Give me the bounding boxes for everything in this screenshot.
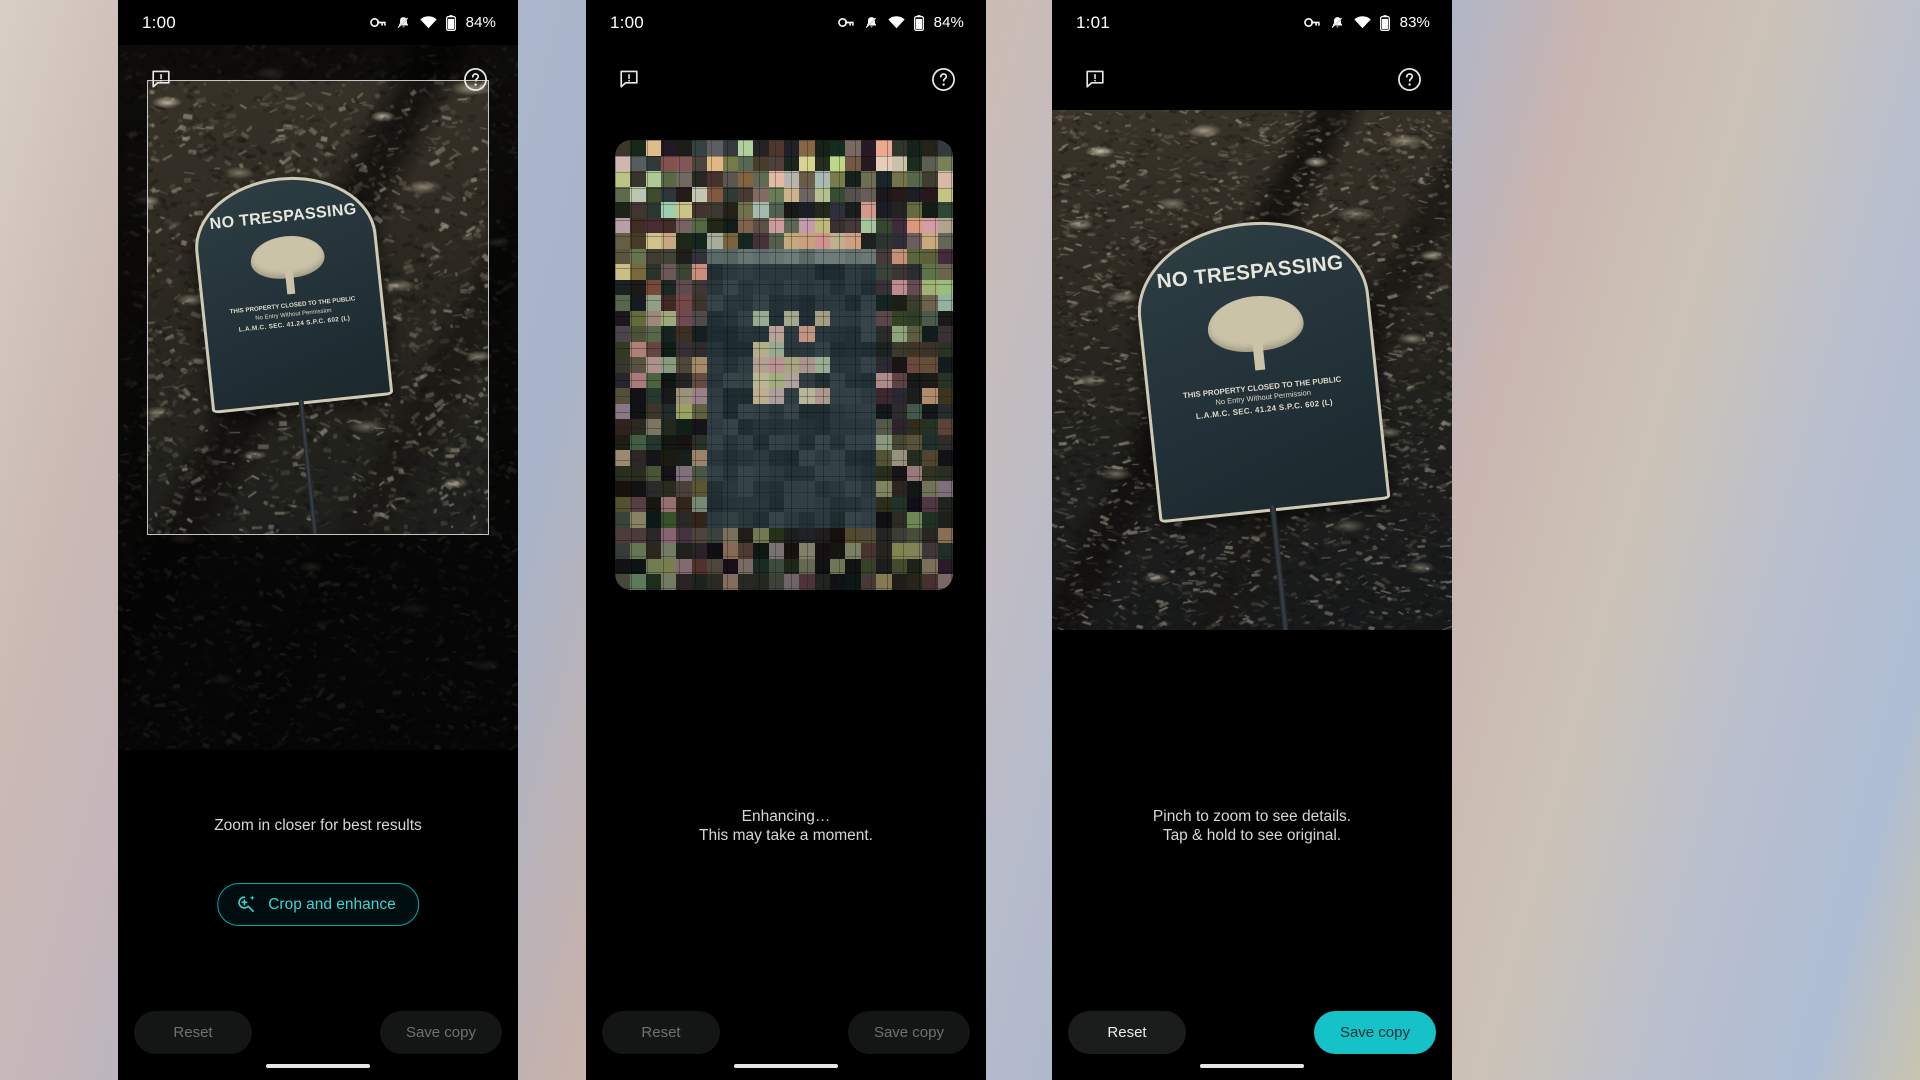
notifications-muted-icon (396, 15, 411, 31)
feedback-icon[interactable] (144, 62, 178, 96)
phone-screenshot-enhancing: 1:00 84% Enhancing… This may take a mome… (586, 0, 986, 1080)
hint-caption: Zoom in closer for best results (118, 817, 518, 836)
notifications-muted-icon (864, 15, 879, 31)
crop-and-enhance-icon (236, 894, 257, 915)
status-bar: 1:00 84% (586, 0, 986, 45)
crop-selection-rect[interactable]: NO TRESPASSING THIS PROPERTY CLOSED TO T… (147, 80, 489, 535)
status-bar: 1:01 83% (1052, 0, 1452, 45)
result-line-1: Pinch to zoom to see details. (1152, 808, 1352, 826)
tree-icon (1201, 291, 1312, 376)
status-bar: 1:00 84% (118, 0, 518, 45)
save-copy-button[interactable]: Save copy (1313, 1010, 1436, 1054)
status-icon-group: 84% (369, 14, 496, 31)
help-icon[interactable] (458, 62, 492, 96)
save-copy-button[interactable]: Save copy (379, 1010, 502, 1054)
enhancing-line-2: This may take a moment. (698, 827, 873, 845)
sign-title: NO TRESPASSING (208, 200, 358, 234)
tree-icon (245, 232, 332, 298)
save-copy-button[interactable]: Save copy (847, 1010, 970, 1054)
sign-title: NO TRESPASSING (1155, 250, 1345, 294)
top-action-row (118, 45, 518, 113)
status-icon-group: 84% (837, 14, 964, 31)
enhancing-caption: Enhancing… This may take a moment. (586, 808, 986, 846)
wifi-icon (1354, 16, 1371, 29)
photo-stage[interactable]: NO TRESPASSING THIS PROPERTY CLOSED TO T… (118, 45, 518, 984)
hint-caption-line: Zoom in closer for best results (214, 817, 422, 835)
sign-subtext: THIS PROPERTY CLOSED TO THE PUBLIC No En… (229, 295, 356, 334)
sign-subtext: THIS PROPERTY CLOSED TO THE PUBLIC No En… (1182, 374, 1342, 421)
phone-screenshot-crop: 1:00 84% NO TRESPASSING THIS PROPERTY CL… (118, 0, 518, 1080)
battery-icon (913, 14, 924, 31)
pixel-grid-overlay (615, 140, 953, 590)
photo-stage[interactable]: Enhancing… This may take a moment. (586, 45, 986, 984)
top-action-row (586, 45, 986, 113)
status-icon-group: 83% (1303, 14, 1430, 31)
help-icon[interactable] (926, 62, 960, 96)
crop-and-enhance-button[interactable]: Crop and enhance (217, 883, 419, 926)
notifications-muted-icon (1330, 15, 1345, 31)
feedback-icon[interactable] (1078, 62, 1112, 96)
top-action-row (1052, 45, 1452, 113)
battery-icon (1379, 14, 1390, 31)
enhanced-photo[interactable]: NO TRESPASSING THIS PROPERTY CLOSED TO T… (1052, 110, 1452, 630)
vpn-key-icon (837, 16, 855, 29)
gesture-nav-bar[interactable] (1200, 1064, 1304, 1068)
reset-button[interactable]: Reset (602, 1010, 720, 1054)
wifi-icon (420, 16, 437, 29)
result-caption: Pinch to zoom to see details. Tap & hold… (1052, 808, 1452, 846)
status-time: 1:01 (1076, 12, 1110, 32)
vpn-key-icon (369, 16, 387, 29)
phone-screenshot-result: 1:01 83% NO TRESPASSING THIS PROPERTY CL… (1052, 0, 1452, 1080)
status-time: 1:00 (610, 12, 644, 32)
gesture-nav-bar[interactable] (266, 1064, 370, 1068)
vpn-key-icon (1303, 16, 1321, 29)
no-trespassing-sign: NO TRESPASSING THIS PROPERTY CLOSED TO T… (188, 168, 394, 534)
feedback-icon[interactable] (612, 62, 646, 96)
enhancing-line-1: Enhancing… (741, 808, 831, 826)
pixelated-photo-card (615, 140, 953, 590)
wifi-icon (888, 16, 905, 29)
crop-and-enhance-label: Crop and enhance (268, 895, 396, 913)
reset-button[interactable]: Reset (134, 1010, 252, 1054)
reset-button[interactable]: Reset (1068, 1010, 1186, 1054)
battery-percent: 83% (1399, 14, 1430, 31)
no-trespassing-sign: NO TRESPASSING THIS PROPERTY CLOSED TO T… (1129, 210, 1391, 630)
gesture-nav-bar[interactable] (734, 1064, 838, 1068)
photo-stage[interactable]: NO TRESPASSING THIS PROPERTY CLOSED TO T… (1052, 45, 1452, 984)
battery-icon (445, 14, 456, 31)
battery-percent: 84% (933, 14, 964, 31)
result-line-2: Tap & hold to see original. (1162, 827, 1342, 845)
help-icon[interactable] (1392, 62, 1426, 96)
status-time: 1:00 (142, 12, 176, 32)
battery-percent: 84% (465, 14, 496, 31)
